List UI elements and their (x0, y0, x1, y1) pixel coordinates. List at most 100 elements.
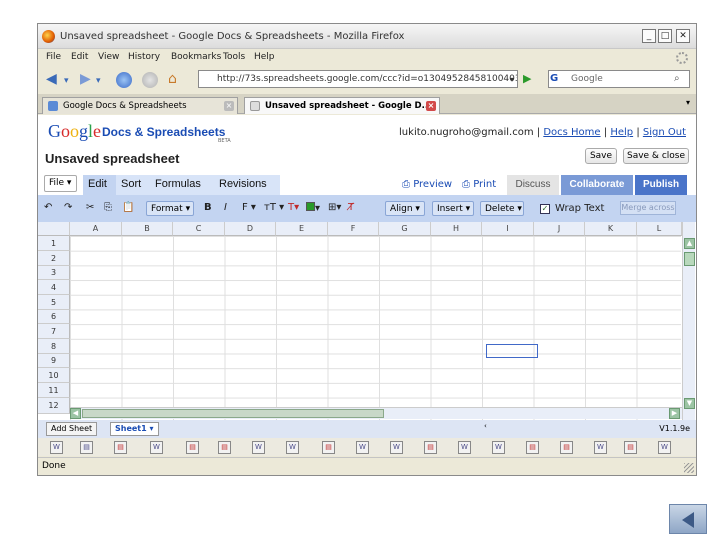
pdf-icon[interactable]: ▤ (560, 441, 573, 454)
copy-icon[interactable]: ⎘ (104, 202, 112, 213)
save-close-button[interactable]: Save & close (623, 148, 689, 164)
column-header[interactable]: L (637, 222, 682, 236)
tab-google-docs[interactable]: Google Docs & Spreadsheets × (42, 97, 238, 114)
cut-icon[interactable]: ✂ (86, 202, 94, 213)
horizontal-scrollbar[interactable]: ◀ ▶ (70, 407, 682, 419)
word-doc-icon[interactable]: W (390, 441, 403, 454)
scroll-down-icon[interactable]: ▼ (684, 398, 695, 409)
pdf-icon[interactable]: ▤ (526, 441, 539, 454)
bg-color-dropdown[interactable]: ▾ (306, 202, 320, 214)
close-tab-icon[interactable]: × (224, 101, 234, 111)
italic-button[interactable]: I (224, 202, 227, 213)
back-dropdown-icon[interactable]: ▾ (64, 76, 69, 86)
tab-list-dropdown-icon[interactable]: ▾ (686, 98, 690, 107)
help-link[interactable]: Help (610, 127, 633, 138)
merge-across-button[interactable]: Merge across (620, 201, 676, 215)
close-tab-icon[interactable]: × (426, 101, 436, 111)
word-doc-icon[interactable]: W (356, 441, 369, 454)
url-dropdown-icon[interactable]: ▾ (510, 75, 514, 84)
scroll-left-icon[interactable]: ◀ (70, 408, 81, 419)
url-input[interactable]: http://73s.spreadsheets.google.com/ccc?i… (198, 70, 518, 88)
column-header[interactable]: H (431, 222, 482, 236)
column-header[interactable]: A (70, 222, 122, 236)
clear-format-icon[interactable]: T̸ (348, 202, 354, 213)
column-header[interactable]: F (328, 222, 379, 236)
sheet-tab-sheet1[interactable]: Sheet1 ▾ (110, 422, 159, 436)
spreadsheet-grid[interactable]: A B C D E F G H I J K L 1 2 3 4 5 6 7 8 … (38, 222, 696, 420)
row-header[interactable]: 2 (38, 251, 70, 266)
text-color-dropdown[interactable]: T▾ (288, 202, 299, 213)
stop-icon[interactable] (142, 72, 158, 88)
font-dropdown[interactable]: F ▾ (242, 202, 256, 213)
tab-edit[interactable]: Edit (83, 175, 116, 195)
paste-icon[interactable]: 📋 (122, 202, 134, 213)
pdf-icon[interactable]: ▤ (322, 441, 335, 454)
previous-slide-button[interactable] (669, 504, 707, 534)
collaborate-tab[interactable]: Collaborate (561, 175, 633, 195)
row-header[interactable]: 7 (38, 324, 70, 339)
search-input[interactable]: Google (548, 70, 690, 88)
doc-icon[interactable]: ▤ (80, 441, 93, 454)
publish-tab[interactable]: Publish (635, 175, 687, 195)
menu-view[interactable]: View (98, 52, 119, 62)
wrap-text-checkbox[interactable]: ✓ (540, 204, 550, 214)
row-header[interactable]: 8 (38, 339, 70, 354)
row-header[interactable]: 11 (38, 383, 70, 398)
reload-icon[interactable] (116, 72, 132, 88)
row-header[interactable]: 9 (38, 354, 70, 368)
home-icon[interactable]: ⌂ (168, 71, 177, 87)
h-scroll-thumb[interactable] (82, 409, 384, 418)
discuss-tab[interactable]: Discuss (507, 175, 559, 195)
word-doc-icon[interactable]: W (658, 441, 671, 454)
pdf-icon[interactable]: ▤ (624, 441, 637, 454)
column-header[interactable]: E (276, 222, 328, 236)
preview-link[interactable]: ⎙ Preview (402, 179, 452, 190)
word-doc-icon[interactable]: W (594, 441, 607, 454)
delete-dropdown[interactable]: Delete ▾ (480, 201, 524, 216)
file-menu-button[interactable]: File ▾ (44, 175, 77, 192)
selected-cell[interactable] (486, 344, 538, 358)
column-header[interactable]: C (173, 222, 225, 236)
pdf-icon[interactable]: ▤ (186, 441, 199, 454)
tab-revisions[interactable]: Revisions (214, 175, 280, 195)
tab-unsaved-spreadsheet[interactable]: Unsaved spreadsheet - Google D... × (244, 97, 440, 114)
column-header[interactable]: B (122, 222, 173, 236)
back-icon[interactable]: ◀ (46, 71, 57, 87)
column-header[interactable]: J (534, 222, 585, 236)
pdf-icon[interactable]: ▤ (424, 441, 437, 454)
tab-sort[interactable]: Sort (116, 175, 150, 195)
menu-file[interactable]: File (46, 52, 61, 62)
row-header[interactable]: 6 (38, 310, 70, 324)
save-button[interactable]: Save (585, 148, 617, 164)
word-doc-icon[interactable]: W (492, 441, 505, 454)
font-size-dropdown[interactable]: тT ▾ (264, 202, 284, 213)
word-doc-icon[interactable]: W (252, 441, 265, 454)
column-header[interactable]: K (585, 222, 637, 236)
word-doc-icon[interactable]: W (286, 441, 299, 454)
row-header[interactable]: 10 (38, 368, 70, 383)
menu-edit[interactable]: Edit (71, 52, 88, 62)
bold-button[interactable]: B (204, 202, 212, 213)
row-header[interactable]: 5 (38, 295, 70, 310)
corner-cell[interactable] (38, 222, 70, 236)
row-header[interactable]: 3 (38, 266, 70, 280)
document-title[interactable]: Unsaved spreadsheet (45, 151, 179, 166)
scroll-up-icon[interactable]: ▲ (684, 238, 695, 249)
scroll-thumb[interactable] (684, 252, 695, 266)
column-header[interactable]: I (482, 222, 534, 236)
docs-home-link[interactable]: Docs Home (543, 127, 600, 138)
column-header[interactable]: G (379, 222, 431, 236)
word-doc-icon[interactable]: W (50, 441, 63, 454)
scroll-right-icon[interactable]: ▶ (669, 408, 680, 419)
pdf-icon[interactable]: ▤ (218, 441, 231, 454)
pdf-icon[interactable]: ▤ (114, 441, 127, 454)
row-header[interactable]: 1 (38, 236, 70, 251)
forward-icon[interactable]: ▶ (80, 71, 91, 87)
print-link[interactable]: ⎙ Print (462, 179, 496, 190)
row-header[interactable]: 4 (38, 280, 70, 295)
menu-bookmarks[interactable]: Bookmarks (171, 52, 221, 62)
sign-out-link[interactable]: Sign Out (643, 127, 686, 138)
tab-formulas[interactable]: Formulas (150, 175, 214, 195)
vertical-scrollbar[interactable]: ▲ ▼ (682, 222, 695, 420)
go-icon[interactable]: ▶ (523, 72, 531, 85)
